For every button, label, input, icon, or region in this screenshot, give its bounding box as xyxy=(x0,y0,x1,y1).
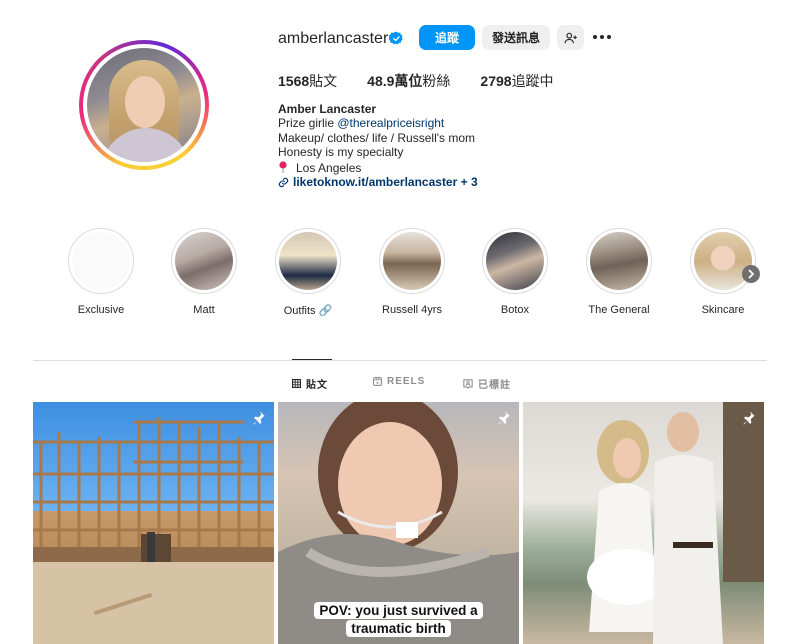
highlight-the-general[interactable]: The General xyxy=(583,228,655,316)
bio-external-link[interactable]: liketoknow.it/amberlancaster + 3 xyxy=(278,175,478,189)
highlight-matt[interactable]: Matt xyxy=(168,228,240,316)
highlight-russell-4yrs[interactable]: Russell 4yrs xyxy=(376,228,448,316)
profile-full-name: Amber Lancaster xyxy=(278,102,377,116)
post-tile[interactable] xyxy=(523,402,764,644)
bio-line-3: Honesty is my specialty xyxy=(278,145,404,160)
reels-icon xyxy=(373,377,382,386)
post-caption-overlay: POV: you just survived a traumatic birth xyxy=(278,602,519,638)
pin-icon xyxy=(498,411,510,425)
highlights-next-button[interactable] xyxy=(742,265,760,283)
more-options-icon[interactable] xyxy=(592,29,612,45)
highlight-outfits[interactable]: Outfits 🔗 xyxy=(272,228,344,317)
chevron-right-icon xyxy=(748,269,755,279)
bio-line-2: Makeup/ clothes/ life / Russell's mom xyxy=(278,130,476,145)
follow-button[interactable]: 追蹤 xyxy=(419,25,475,50)
tab-posts[interactable]: 貼文 xyxy=(292,376,328,391)
profile-username: amberlancaster xyxy=(278,30,389,47)
bio-mention-link[interactable]: @therealpriceisright xyxy=(337,116,444,130)
posts-count: 1568貼文 xyxy=(278,73,338,89)
pin-icon xyxy=(253,411,265,425)
tab-tagged[interactable]: 已標註 xyxy=(463,376,511,391)
profile-stats: 1568貼文 48.9萬位粉絲 2798追蹤中 xyxy=(278,71,584,91)
highlight-exclusive[interactable]: Exclusive xyxy=(65,228,137,316)
tabs-divider xyxy=(33,360,767,361)
bio-location: Los Angeles xyxy=(278,160,478,175)
pin-icon xyxy=(743,411,755,425)
person-add-icon xyxy=(564,32,577,43)
followers-count[interactable]: 48.9萬位粉絲 xyxy=(367,71,450,91)
active-tab-indicator xyxy=(292,359,332,360)
location-pin-icon xyxy=(279,161,287,173)
following-count[interactable]: 2798追蹤中 xyxy=(480,71,553,91)
suggested-accounts-button[interactable] xyxy=(557,25,584,50)
post-image-construction xyxy=(33,417,274,644)
tagged-icon xyxy=(463,378,473,389)
post-tile[interactable] xyxy=(33,402,274,644)
post-image-couple xyxy=(587,402,764,644)
verified-badge-icon xyxy=(389,31,403,45)
bio-line-1: Prize girlie @therealpriceisright xyxy=(278,116,445,131)
avatar[interactable] xyxy=(87,48,201,162)
link-icon xyxy=(278,177,289,187)
profile-bio: Amber Lancaster Prize girlie @therealpri… xyxy=(278,102,478,189)
tab-reels[interactable]: REELS xyxy=(373,376,425,387)
highlight-botox[interactable]: Botox xyxy=(479,228,551,316)
post-tile[interactable]: POV: you just survived a traumatic birth xyxy=(278,402,519,644)
grid-icon xyxy=(292,379,301,388)
message-button[interactable]: 發送訊息 xyxy=(482,25,550,50)
profile-avatar-ring[interactable] xyxy=(79,40,209,170)
